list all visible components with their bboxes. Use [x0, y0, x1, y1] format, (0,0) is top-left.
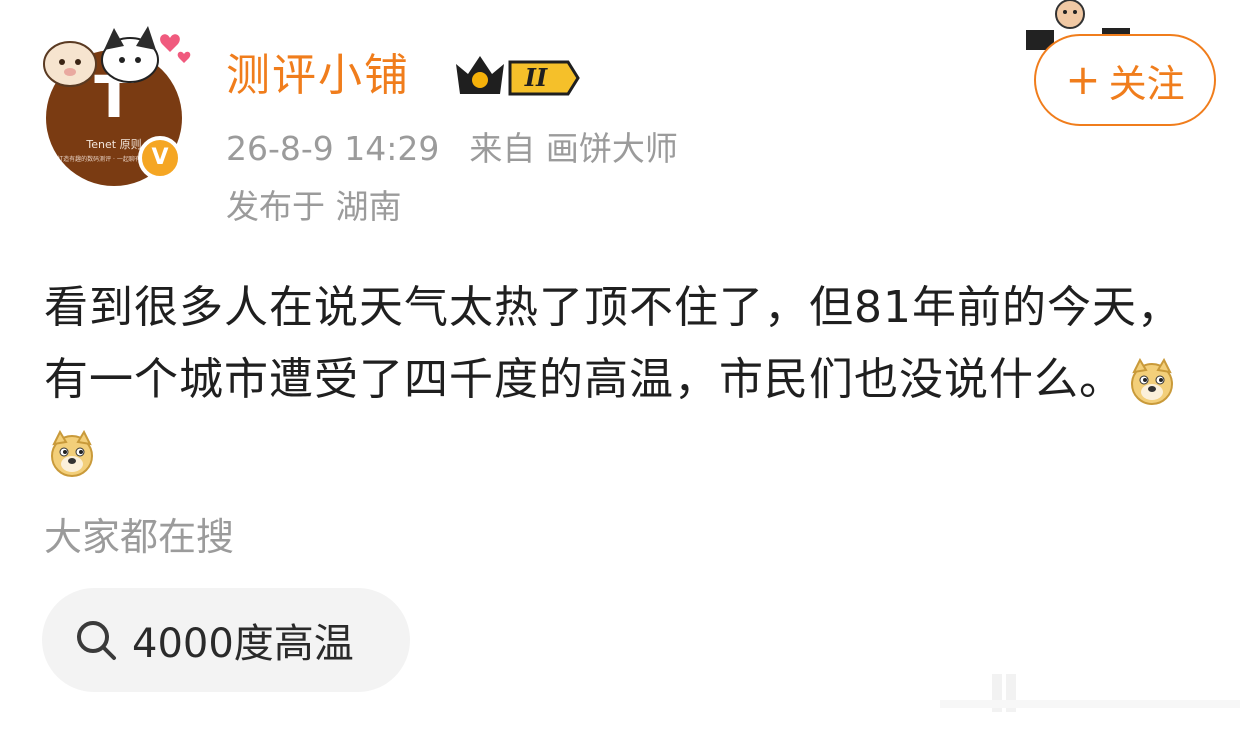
watermark-icon — [940, 674, 1240, 712]
username[interactable]: 测评小铺 — [226, 48, 410, 104]
avatar-pet-decoration-icon — [43, 26, 191, 87]
vip-crown-icon: II — [456, 56, 580, 96]
verified-badge-icon: V — [138, 136, 182, 180]
doge-emoji-icon — [1131, 358, 1173, 405]
follow-label: 关注 — [1108, 61, 1185, 106]
post-time: 26-8-9 14:29 — [226, 129, 440, 168]
search-icon — [77, 621, 116, 660]
doge-emoji-icon — [51, 430, 93, 477]
vip-level-text: II — [524, 63, 548, 92]
trending-search-title: 大家都在搜 — [44, 515, 235, 559]
post-content: 看到很多人在说天气太热了顶不住了，但81年前的今天，有一个城市遭受了四千度的高温… — [44, 272, 1224, 488]
plus-icon: + — [1065, 55, 1101, 104]
post-text: 看到很多人在说天气太热了顶不住了，但81年前的今天，有一个城市遭受了四千度的高温… — [44, 282, 1182, 405]
post-source[interactable]: 来自 画饼大师 — [469, 129, 678, 168]
trending-search-term: 4000度高温 — [132, 621, 354, 667]
trending-search-chip[interactable]: 4000度高温 — [42, 588, 410, 692]
post-location: 发布于 湖南 — [226, 187, 402, 226]
avatar[interactable]: T Tenet 原则 打造有趣的数码测评 · 一起聊有意思的科技 V — [38, 20, 198, 186]
follow-button[interactable]: + 关注 — [1034, 34, 1216, 126]
post-meta: 26-8-9 14:29 来自 画饼大师 — [226, 127, 678, 171]
